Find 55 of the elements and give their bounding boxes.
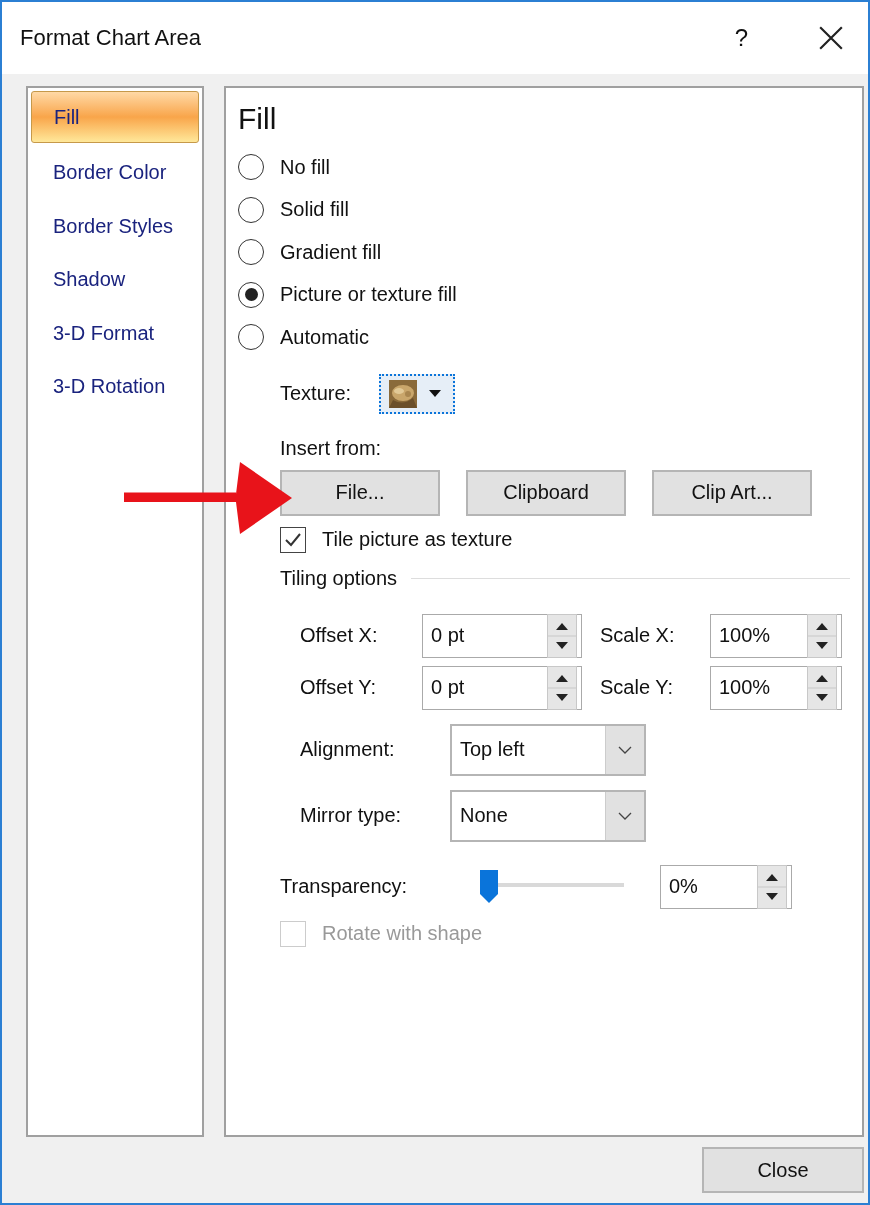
sidebar-item[interactable]: Shadow <box>31 253 199 307</box>
insert-button[interactable]: File... <box>280 469 440 516</box>
radio-label: Picture or texture fill <box>280 283 457 307</box>
field-label: Scale Y: <box>600 676 675 699</box>
group-title: Tiling options <box>280 567 398 590</box>
radio-label: Solid fill <box>280 198 349 222</box>
insert-button[interactable]: Clip Art... <box>652 469 812 516</box>
insert-button[interactable]: Clipboard <box>466 469 626 516</box>
texture-label: Texture: <box>280 382 352 405</box>
section-title: Fill <box>238 102 278 136</box>
spin-buttons[interactable] <box>807 613 837 658</box>
sidebar-item[interactable]: Border Color <box>31 146 199 200</box>
dropdown[interactable]: None <box>450 789 646 842</box>
transparency-slider[interactable] <box>480 869 624 904</box>
radio-label: Gradient fill <box>280 240 382 264</box>
transparency-label: Transparency: <box>280 875 409 898</box>
spin-buttons[interactable] <box>547 665 577 710</box>
checkbox-label: Rotate with shape <box>322 922 483 945</box>
spin-field[interactable]: 0 pt <box>422 613 582 658</box>
spin-buttons[interactable] <box>757 864 787 909</box>
insert-from-label: Insert from: <box>279 436 383 460</box>
checkbox-label: Tile picture as texture <box>322 528 513 551</box>
dropdown-label: Mirror type: <box>300 804 403 827</box>
spin-arrows-icon <box>757 864 787 909</box>
field-label: Offset X: <box>300 624 379 647</box>
chevron-down-icon <box>618 811 632 820</box>
dropdown[interactable]: Top left <box>450 723 646 776</box>
field-label: Scale X: <box>600 624 676 647</box>
radio-label: Automatic <box>280 325 369 349</box>
spin-buttons[interactable] <box>547 613 577 658</box>
spin-arrows-icon <box>807 665 837 710</box>
caret-icon <box>429 389 442 398</box>
window-title: Format Chart Area <box>20 25 202 51</box>
texture-dropdown[interactable] <box>379 373 456 414</box>
spin-arrows-icon <box>547 665 577 710</box>
spin-field[interactable]: 0% <box>660 864 792 909</box>
help-button[interactable]: ? <box>734 24 748 52</box>
spin-field[interactable]: 0 pt <box>422 665 582 710</box>
spin-arrows-icon <box>807 613 837 658</box>
spin-arrows-icon <box>547 613 577 658</box>
spin-field[interactable]: 100% <box>710 613 842 658</box>
sidebar-item[interactable]: Border Styles <box>31 199 199 253</box>
radio-label: No fill <box>280 155 330 179</box>
spin-field[interactable]: 100% <box>710 665 842 710</box>
field-label: Offset Y: <box>300 676 377 699</box>
sidebar-item[interactable]: 3-D Rotation <box>31 360 199 414</box>
checkbox[interactable] <box>280 526 306 553</box>
sidebar-item[interactable]: Fill <box>31 91 199 143</box>
dropdown-label: Alignment: <box>300 738 396 761</box>
slider-thumb[interactable] <box>480 869 498 904</box>
sidebar-item[interactable]: 3-D Format <box>31 306 199 360</box>
chevron-down-icon <box>618 745 632 754</box>
spin-buttons[interactable] <box>807 665 837 710</box>
close-button[interactable]: Close <box>702 1147 864 1193</box>
close-icon[interactable] <box>818 25 844 51</box>
